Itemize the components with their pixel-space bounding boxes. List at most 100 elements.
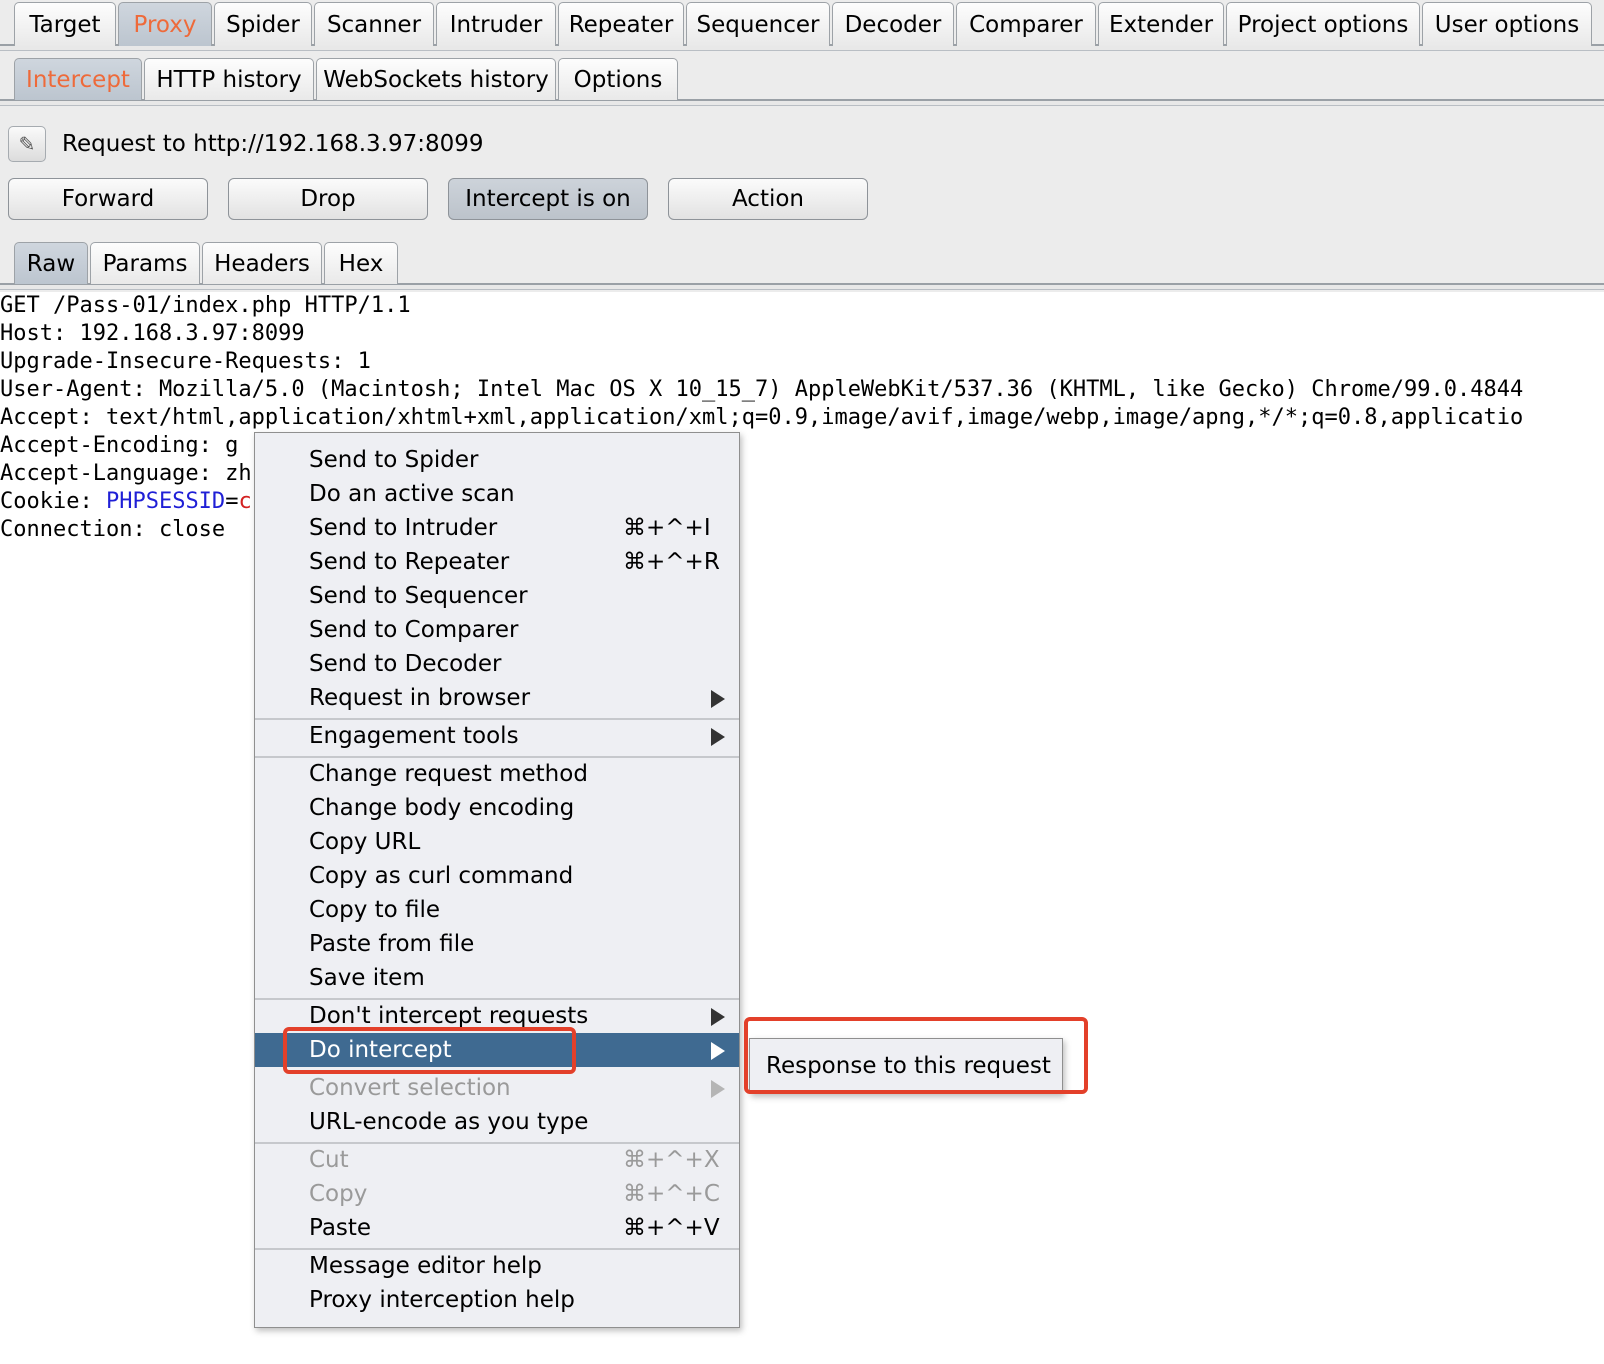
tab-decoder[interactable]: Decoder bbox=[832, 2, 954, 46]
menu-item-label: Message editor help bbox=[309, 1253, 542, 1279]
menu-change-request-method[interactable]: Change request method bbox=[255, 757, 739, 791]
tab-sequencer[interactable]: Sequencer bbox=[686, 2, 830, 46]
drop-button[interactable]: Drop bbox=[228, 178, 428, 220]
menu-proxy-interception-help[interactable]: Proxy interception help bbox=[255, 1283, 739, 1317]
header-line-upgrade: Upgrade-Insecure-Requests: 1 bbox=[0, 349, 371, 374]
menu-item-label: Copy to file bbox=[309, 897, 441, 923]
menu-send-to-sequencer[interactable]: Send to Sequencer bbox=[255, 579, 739, 613]
submenu-arrow-icon bbox=[711, 1042, 725, 1060]
request-line: GET /Pass-01/index.php HTTP/1.1 bbox=[0, 293, 411, 318]
submenu-arrow-icon bbox=[711, 1008, 725, 1026]
menu-copy-url[interactable]: Copy URL bbox=[255, 825, 739, 859]
menu-item-label: Send to Intruder bbox=[309, 515, 498, 541]
menu-copy-to-file[interactable]: Copy to file bbox=[255, 893, 739, 927]
menu-message-editor-help[interactable]: Message editor help bbox=[255, 1249, 739, 1283]
tab-intruder[interactable]: Intruder bbox=[436, 2, 556, 46]
tab-raw[interactable]: Raw bbox=[14, 242, 88, 284]
cookie-value: c bbox=[238, 489, 252, 514]
menu-item-label: Copy as curl command bbox=[309, 863, 574, 889]
intercept-toggle-button[interactable]: Intercept is on bbox=[448, 178, 648, 220]
menu-engagement-tools[interactable]: Engagement tools bbox=[255, 719, 739, 753]
menu-active-scan[interactable]: Do an active scan bbox=[255, 477, 739, 511]
action-button[interactable]: Action bbox=[668, 178, 868, 220]
tab-repeater[interactable]: Repeater bbox=[558, 2, 684, 46]
menu-item-label: Cut bbox=[309, 1147, 349, 1173]
tab-project-options[interactable]: Project options bbox=[1226, 2, 1420, 46]
editor-tab-bar: Raw Params Headers Hex bbox=[0, 234, 1604, 294]
menu-item-label: Paste bbox=[309, 1215, 372, 1241]
menu-change-body-encoding[interactable]: Change body encoding bbox=[255, 791, 739, 825]
menu-send-to-spider[interactable]: Send to Spider bbox=[255, 443, 739, 477]
menu-copy-as-curl[interactable]: Copy as curl command bbox=[255, 859, 739, 893]
raw-request-editor[interactable]: GET /Pass-01/index.php HTTP/1.1 Host: 19… bbox=[0, 292, 1604, 1364]
tab-headers[interactable]: Headers bbox=[202, 242, 322, 284]
menu-item-label: Engagement tools bbox=[309, 723, 519, 749]
submenu-arrow-icon bbox=[711, 690, 725, 708]
menu-item-shortcut: ⌘+^+C bbox=[623, 1181, 720, 1207]
main-tab-bar: Target Proxy Spider Scanner Intruder Rep… bbox=[0, 0, 1604, 52]
tab-user-options[interactable]: User options bbox=[1422, 2, 1592, 46]
tab-target[interactable]: Target bbox=[14, 2, 116, 46]
menu-item-label: Convert selection bbox=[309, 1075, 511, 1101]
tab-comparer[interactable]: Comparer bbox=[956, 2, 1096, 46]
menu-item-label: Change body encoding bbox=[309, 795, 575, 821]
tab-websockets-history[interactable]: WebSockets history bbox=[316, 58, 556, 100]
header-line-accept: Accept: text/html,application/xhtml+xml,… bbox=[0, 405, 1524, 430]
menu-request-in-browser[interactable]: Request in browser bbox=[255, 681, 739, 715]
header-line-accept-language: Accept-Language: zh bbox=[0, 461, 252, 486]
menu-item-label: Send to Repeater bbox=[309, 549, 510, 575]
tab-proxy[interactable]: Proxy bbox=[118, 2, 212, 46]
menu-paste[interactable]: Paste ⌘+^+V bbox=[255, 1211, 739, 1245]
tab-scanner[interactable]: Scanner bbox=[314, 2, 434, 46]
edit-pencil-icon[interactable]: ✎ bbox=[8, 126, 46, 162]
header-line-host: Host: 192.168.3.97:8099 bbox=[0, 321, 305, 346]
menu-item-label: URL-encode as you type bbox=[309, 1109, 589, 1135]
header-line-accept-encoding: Accept-Encoding: g bbox=[0, 433, 239, 458]
tab-spider[interactable]: Spider bbox=[214, 2, 312, 46]
cookie-name: PHPSESSID bbox=[105, 489, 226, 514]
menu-item-label: Request in browser bbox=[309, 685, 531, 711]
annotation-highlight-box bbox=[283, 1027, 576, 1074]
menu-item-label: Do an active scan bbox=[309, 481, 515, 507]
menu-item-label: Send to Sequencer bbox=[309, 583, 528, 609]
menu-item-shortcut: ⌘+^+X bbox=[623, 1147, 720, 1173]
tab-intercept[interactable]: Intercept bbox=[14, 58, 142, 100]
menu-send-to-intruder[interactable]: Send to Intruder ⌘+^+I bbox=[255, 511, 739, 545]
menu-item-shortcut: ⌘+^+I bbox=[623, 515, 711, 541]
submenu-arrow-icon bbox=[711, 728, 725, 746]
menu-cut[interactable]: Cut ⌘+^+X bbox=[255, 1143, 739, 1177]
annotation-highlight-box bbox=[744, 1017, 1088, 1094]
tab-http-history[interactable]: HTTP history bbox=[144, 58, 314, 100]
menu-item-label: Copy URL bbox=[309, 829, 421, 855]
header-line-user-agent: User-Agent: Mozilla/5.0 (Macintosh; Inte… bbox=[0, 377, 1524, 402]
cookie-key: Cookie: bbox=[0, 489, 106, 514]
menu-item-label: Paste from file bbox=[309, 931, 475, 957]
menu-copy[interactable]: Copy ⌘+^+C bbox=[255, 1177, 739, 1211]
submenu-arrow-icon bbox=[711, 1080, 725, 1098]
menu-item-shortcut: ⌘+^+V bbox=[623, 1215, 720, 1241]
menu-item-label: Send to Comparer bbox=[309, 617, 519, 643]
header-line-connection: Connection: close bbox=[0, 517, 226, 542]
menu-item-label: Send to Spider bbox=[309, 447, 479, 473]
menu-send-to-decoder[interactable]: Send to Decoder bbox=[255, 647, 739, 681]
tab-params[interactable]: Params bbox=[90, 242, 200, 284]
menu-save-item[interactable]: Save item bbox=[255, 961, 739, 995]
menu-send-to-comparer[interactable]: Send to Comparer bbox=[255, 613, 739, 647]
menu-convert-selection[interactable]: Convert selection bbox=[255, 1071, 739, 1105]
menu-item-label: Save item bbox=[309, 965, 425, 991]
request-target-label: Request to http://192.168.3.97:8099 bbox=[62, 131, 484, 157]
menu-item-shortcut: ⌘+^+R bbox=[623, 549, 720, 575]
menu-paste-from-file[interactable]: Paste from file bbox=[255, 927, 739, 961]
menu-send-to-repeater[interactable]: Send to Repeater ⌘+^+R bbox=[255, 545, 739, 579]
tab-hex[interactable]: Hex bbox=[324, 242, 398, 284]
menu-item-label: Copy bbox=[309, 1181, 368, 1207]
proxy-tab-bar: Intercept HTTP history WebSockets histor… bbox=[0, 52, 1604, 110]
menu-url-encode-as-you-type[interactable]: URL-encode as you type bbox=[255, 1105, 739, 1139]
tab-extender[interactable]: Extender bbox=[1098, 2, 1224, 46]
cookie-equals: = bbox=[225, 489, 239, 514]
tab-options[interactable]: Options bbox=[558, 58, 678, 100]
context-menu: Send to Spider Do an active scan Send to… bbox=[254, 432, 740, 1328]
menu-item-label: Change request method bbox=[309, 761, 588, 787]
forward-button[interactable]: Forward bbox=[8, 178, 208, 220]
header-line-cookie: Cookie: PHPSESSID=c bbox=[0, 488, 252, 516]
